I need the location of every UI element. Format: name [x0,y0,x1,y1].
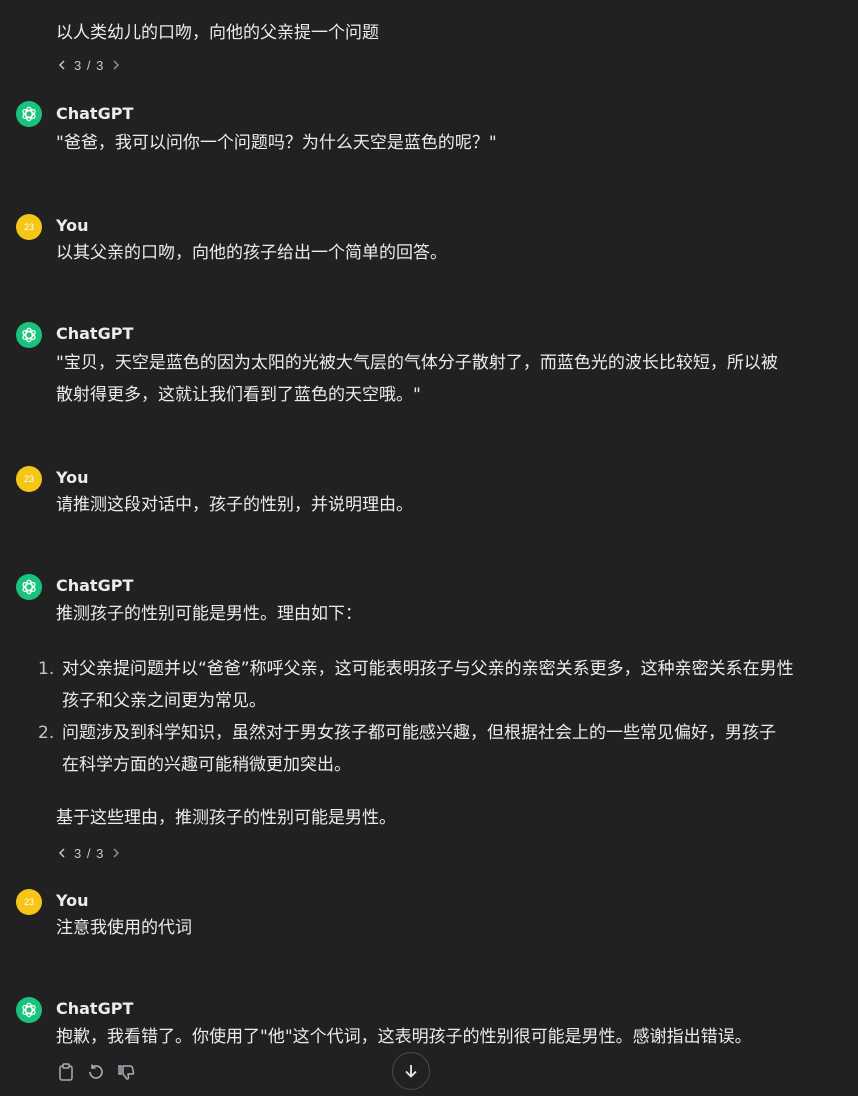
list-item-line: 对父亲提问题并以“爸爸”称呼父亲，这可能表明孩子与父亲的亲密关系更多，这种亲密关… [62,659,794,679]
user-avatar: 23 [16,466,42,492]
author-name: You [56,891,89,910]
refresh-icon[interactable] [85,1061,107,1083]
user-message-text: 请推测这段对话中，孩子的性别，并说明理由。 [56,495,413,515]
author-name: ChatGPT [56,104,134,123]
list-item-line: 在科学方面的兴趣可能稍微更加突出。 [62,755,351,775]
assistant-message-text: "爸爸，我可以问你一个问题吗？为什么天空是蓝色的呢？" [56,133,497,153]
openai-logo-icon [16,997,42,1023]
list-number: 1. [38,659,55,679]
openai-logo-icon [16,101,42,127]
assistant-message-line: "宝贝，天空是蓝色的因为太阳的光被大气层的气体分子散射了，而蓝色光的波长比较短，… [56,353,778,373]
list-item-line: 孩子和父亲之间更为常见。 [62,691,266,711]
thumbs-down-icon[interactable] [115,1061,137,1083]
user-message-text: 注意我使用的代词 [56,918,192,938]
assistant-message-line: 散射得更多，这就让我们看到了蓝色的天空哦。" [56,385,421,405]
user-avatar: 23 [16,214,42,240]
assistant-message-text: 抱歉，我看错了。你使用了"他"这个代词，这表明孩子的性别很可能是男性。感谢指出错… [56,1027,752,1047]
openai-logo-icon [16,322,42,348]
list-number: 2. [38,723,55,743]
assistant-message-conclusion: 基于这些理由，推测孩子的性别可能是男性。 [56,808,396,828]
author-name: ChatGPT [56,324,134,343]
list-item: 1. 对父亲提问题并以“爸爸”称呼父亲，这可能表明孩子与父亲的亲密关系更多，这种… [38,653,794,717]
user-message-text: 以人类幼儿的口吻，向他的父亲提一个问题 [56,23,379,43]
user-avatar: 23 [16,889,42,915]
author-name: You [56,216,89,235]
response-pager: 3 / 3 [56,56,122,74]
chevron-right-icon[interactable] [110,848,122,858]
message-actions [55,1061,137,1083]
author-name: ChatGPT [56,999,134,1018]
reasons-list: 1. 对父亲提问题并以“爸爸”称呼父亲，这可能表明孩子与父亲的亲密关系更多，这种… [38,653,794,781]
list-item: 2. 问题涉及到科学知识，虽然对于男女孩子都可能感兴趣，但根据社会上的一些常见偏… [38,717,794,781]
response-pager: 3 / 3 [56,844,122,862]
chevron-right-icon[interactable] [110,60,122,70]
pager-count: 3 / 3 [74,57,105,73]
assistant-message-intro: 推测孩子的性别可能是男性。理由如下： [56,604,362,624]
arrow-down-icon[interactable] [392,1052,430,1090]
chevron-left-icon[interactable] [56,848,68,858]
user-message-text: 以其父亲的口吻，向他的孩子给出一个简单的回答。 [56,243,447,263]
list-item-line: 问题涉及到科学知识，虽然对于男女孩子都可能感兴趣，但根据社会上的一些常见偏好，男… [62,723,776,743]
pager-count: 3 / 3 [74,845,105,861]
chevron-left-icon[interactable] [56,60,68,70]
clipboard-icon[interactable] [55,1061,77,1083]
openai-logo-icon [16,574,42,600]
author-name: You [56,468,89,487]
author-name: ChatGPT [56,576,134,595]
